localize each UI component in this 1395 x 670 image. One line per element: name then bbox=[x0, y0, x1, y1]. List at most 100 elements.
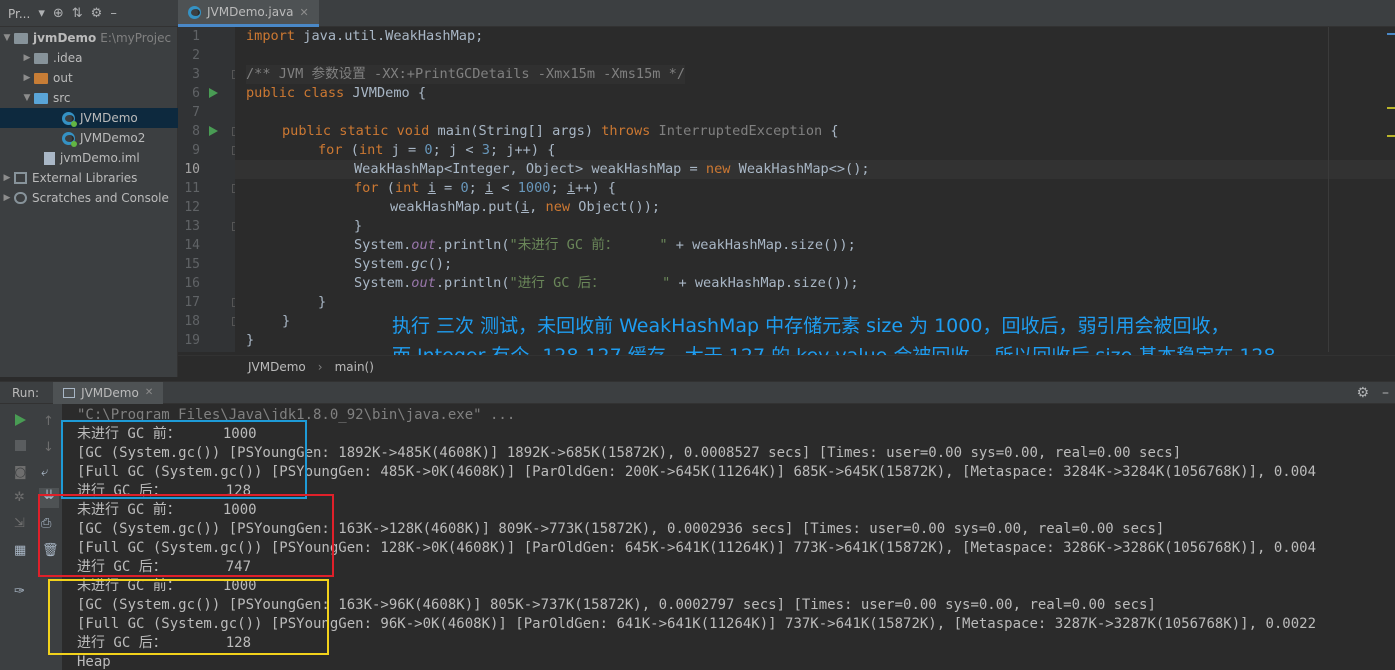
excluded-folder-icon bbox=[34, 72, 48, 84]
run-toolbar: ◙ ✲ ⇲ ▦ ✑ ↑ ↓ ⤶ ⇊ ⎙ 🗑 bbox=[0, 404, 62, 670]
scroll-down-icon[interactable]: ↓ bbox=[43, 440, 54, 455]
code-line-19: } bbox=[246, 332, 255, 348]
line-number: 13 bbox=[184, 219, 200, 234]
run-main-icon[interactable] bbox=[209, 126, 218, 136]
soft-wrap-icon[interactable]: ⤶ bbox=[41, 465, 48, 480]
right-margin-guide bbox=[1328, 27, 1329, 352]
stop-icon[interactable] bbox=[15, 440, 26, 451]
run-class-icon[interactable] bbox=[209, 88, 218, 98]
code-line-3: /** JVM 参数设置 -XX:+PrintGCDetails -Xmx15m… bbox=[246, 65, 686, 84]
code-line-16: System.out.println("进行 GC 后： " + weakHas… bbox=[354, 275, 859, 291]
editor-tab-jvmdemo[interactable]: JVMDemo.java ✕ bbox=[178, 0, 319, 27]
folder-icon bbox=[34, 52, 48, 64]
tree-item-path: E:\myProjec bbox=[100, 31, 172, 45]
module-folder-icon bbox=[14, 32, 28, 44]
expand-arrow-icon[interactable]: ▶ bbox=[20, 73, 34, 83]
scroll-up-icon[interactable]: ↑ bbox=[43, 414, 54, 429]
tree-item-label: Scratches and Console bbox=[32, 191, 169, 205]
code-line-15: System.gc(); bbox=[354, 256, 453, 272]
code-line-9: for (int j = 0; j < 3; j++) { bbox=[318, 142, 556, 158]
locate-target-icon[interactable]: ⊕ bbox=[53, 6, 64, 21]
expand-arrow-icon[interactable]: ▶ bbox=[0, 193, 14, 203]
line-number: 6 bbox=[192, 86, 200, 101]
scratch-icon bbox=[14, 192, 27, 204]
rerun-icon[interactable] bbox=[15, 414, 26, 426]
code-editor[interactable]: import java.util.WeakHashMap; /** JVM 参数… bbox=[235, 27, 1395, 352]
debug-settings-icon[interactable]: ✲ bbox=[14, 490, 25, 505]
console-line: [Full GC (System.gc()) [PSYoungGen: 96K-… bbox=[77, 616, 1317, 632]
breadcrumb-method[interactable]: main() bbox=[335, 360, 374, 374]
camera-icon[interactable]: ◙ bbox=[14, 465, 27, 480]
line-number: 8 bbox=[192, 124, 200, 139]
project-panel-title[interactable]: Pr... bbox=[8, 7, 30, 21]
tree-item-idea[interactable]: ▶ .idea bbox=[0, 48, 178, 68]
tree-item-out[interactable]: ▶ out bbox=[0, 68, 178, 88]
expand-arrow-icon[interactable]: ▶ bbox=[0, 173, 14, 183]
console-line: 未进行 GC 前： 1000 bbox=[77, 502, 257, 518]
editor-tab-bar: JVMDemo.java ✕ bbox=[178, 0, 319, 27]
java-class-icon bbox=[62, 131, 77, 147]
line-number: 11 bbox=[184, 181, 200, 196]
console-line: [Full GC (System.gc()) [PSYoungGen: 485K… bbox=[77, 464, 1317, 480]
settings-gear-icon[interactable]: ⚙ bbox=[91, 6, 103, 21]
exit-icon[interactable]: ⇲ bbox=[14, 516, 25, 531]
scroll-marker bbox=[1387, 135, 1395, 137]
console-line: Heap bbox=[77, 654, 111, 670]
code-line-1: import java.util.WeakHashMap; bbox=[246, 28, 484, 44]
code-line-12: weakHashMap.put(i, new Object()); bbox=[390, 199, 661, 215]
code-line-17: } bbox=[318, 294, 327, 310]
run-settings-icon[interactable]: ⚙ bbox=[1356, 385, 1369, 401]
layout-icon[interactable]: ▦ bbox=[14, 543, 26, 558]
close-tab-icon[interactable]: ✕ bbox=[145, 387, 153, 398]
close-tab-icon[interactable]: ✕ bbox=[300, 6, 309, 19]
line-number: 9 bbox=[192, 143, 200, 158]
breadcrumb-separator-icon: › bbox=[317, 360, 323, 374]
code-line-11: for (int i = 0; i < 1000; i++) { bbox=[354, 180, 616, 196]
tree-item-scratches[interactable]: ▶ Scratches and Console bbox=[0, 188, 178, 208]
collapse-all-icon[interactable]: ⇅ bbox=[72, 6, 83, 21]
expand-arrow-icon[interactable]: ▼ bbox=[0, 33, 14, 43]
line-number: 3 bbox=[192, 67, 200, 82]
print-icon[interactable]: ⎙ bbox=[41, 516, 51, 531]
editor-gutter: 1 2 3 6 7 8 9 10 11 12 13 14 15 16 17 18… bbox=[178, 27, 241, 352]
line-number: 14 bbox=[184, 238, 200, 253]
annotation-line: 执行 三次 测试，未回收前 WeakHashMap 中存储元素 size 为 1… bbox=[392, 315, 1230, 337]
console-output[interactable]: "C:\Program Files\Java\jdk1.8.0_92\bin\j… bbox=[62, 404, 1395, 670]
module-file-icon bbox=[44, 151, 55, 165]
console-line: [GC (System.gc()) [PSYoungGen: 163K->96K… bbox=[77, 597, 1156, 613]
tree-item-module[interactable]: ▼ jvmDemo E:\myProjec bbox=[0, 28, 178, 48]
code-line-6: public class JVMDemo { bbox=[246, 85, 427, 101]
line-number: 18 bbox=[184, 314, 200, 329]
scroll-to-end-icon[interactable]: ⇊ bbox=[39, 488, 59, 508]
run-label: Run: bbox=[12, 385, 40, 400]
line-number-current: 10 bbox=[184, 162, 200, 177]
console-line: 进行 GC 后： 747 bbox=[77, 559, 252, 575]
tree-item-label: JVMDemo2 bbox=[80, 131, 146, 145]
console-line: [Full GC (System.gc()) [PSYoungGen: 128K… bbox=[77, 540, 1317, 556]
line-number: 17 bbox=[184, 295, 200, 310]
java-class-icon bbox=[188, 5, 201, 19]
pin-icon[interactable]: ✑ bbox=[14, 584, 25, 599]
dropdown-icon[interactable]: ▾ bbox=[38, 6, 45, 21]
expand-arrow-icon[interactable]: ▼ bbox=[20, 93, 34, 103]
hide-panel-icon[interactable]: – bbox=[1382, 385, 1389, 401]
scroll-marker bbox=[1387, 107, 1395, 109]
console-line: [GC (System.gc()) [PSYoungGen: 163K->128… bbox=[77, 521, 1165, 537]
hide-panel-icon[interactable]: – bbox=[110, 6, 117, 21]
console-line: 进行 GC 后： 128 bbox=[77, 635, 252, 651]
tree-item-jvmdemo[interactable]: JVMDemo bbox=[0, 108, 178, 128]
tree-item-jvmdemo2[interactable]: JVMDemo2 bbox=[0, 128, 178, 148]
run-tab-jvmdemo[interactable]: JVMDemo ✕ bbox=[53, 381, 164, 404]
expand-arrow-icon[interactable]: ▶ bbox=[20, 53, 34, 63]
tree-item-external-libraries[interactable]: ▶ External Libraries bbox=[0, 168, 178, 188]
breadcrumb-class[interactable]: JVMDemo bbox=[248, 360, 306, 374]
line-number: 16 bbox=[184, 276, 200, 291]
tree-item-label: .idea bbox=[53, 51, 83, 65]
java-class-icon bbox=[62, 111, 77, 127]
tree-item-src[interactable]: ▼ src bbox=[0, 88, 178, 108]
run-panel-header: Run: JVMDemo ✕ ⚙ – bbox=[0, 381, 1395, 404]
trash-icon[interactable]: 🗑 bbox=[42, 543, 59, 558]
line-number: 12 bbox=[184, 200, 200, 215]
tree-item-label: JVMDemo bbox=[80, 111, 138, 125]
tree-item-iml[interactable]: jvmDemo.iml bbox=[0, 148, 178, 168]
